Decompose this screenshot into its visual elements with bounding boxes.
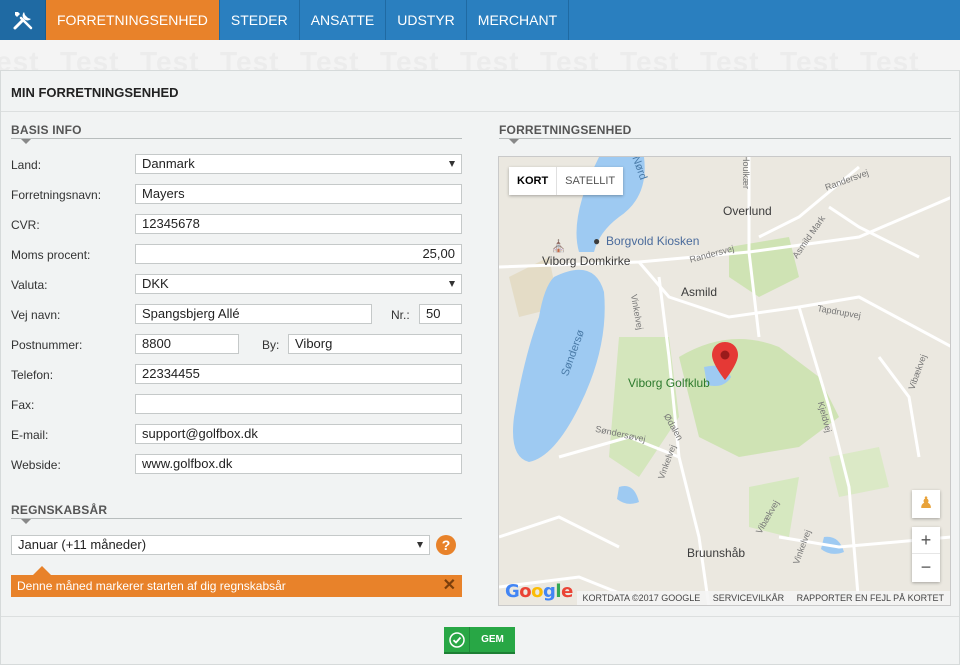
map-label: Borgvold Kiosken (606, 234, 700, 248)
vat-label: Moms procent: (11, 248, 91, 262)
place-icon: ● (593, 234, 601, 248)
watermark-text: Test (460, 46, 520, 70)
report-error-link[interactable]: RAPPORTER EN FEJL PÅ KORTET (797, 593, 944, 603)
phone-label: Telefon: (11, 368, 54, 382)
zoom-out-button[interactable]: − (912, 554, 940, 581)
watermark-text: Test (700, 46, 760, 70)
watermark-text: Test (60, 46, 120, 70)
cvr-label: CVR: (11, 218, 40, 232)
tab-steder[interactable]: STEDER (220, 0, 300, 40)
map-label: Overlund (723, 204, 772, 218)
map-background (499, 157, 950, 605)
map-data-credit: KORTDATA ©2017 GOOGLE (582, 593, 701, 603)
watermark-text: Test (540, 46, 600, 70)
save-label: GEM (481, 634, 504, 645)
google-logo: Google (505, 581, 573, 602)
help-icon[interactable]: ? (436, 535, 456, 555)
watermark-text: Test (860, 46, 920, 70)
tab-merchant[interactable]: MERCHANT (467, 0, 570, 40)
street-input[interactable]: Spangsbjerg Allé (135, 304, 372, 324)
watermark-text: Test (0, 46, 40, 70)
terms-link[interactable]: SERVICEVILKÅR (713, 593, 784, 603)
section-title-basis: BASIS INFO (11, 123, 82, 137)
map-label: Houlkær (741, 156, 752, 190)
page-title: MIN FORRETNINGSENHED (1, 71, 959, 112)
chevron-down-icon (417, 542, 423, 548)
map-type-toggle: KORT SATELLIT (509, 167, 624, 195)
tools-icon[interactable] (0, 0, 46, 40)
watermark-text: Test (780, 46, 840, 70)
name-label: Forretningsnavn: (11, 188, 102, 202)
section-title-map: FORRETNINGSENHED (499, 123, 632, 137)
section-divider (11, 138, 462, 139)
chevron-down-icon (449, 281, 455, 287)
city-label: By: (262, 338, 280, 352)
section-caret-icon (21, 139, 31, 144)
number-label: Nr.: (391, 308, 410, 322)
zoom-control: + − (912, 527, 940, 582)
email-input[interactable]: support@golfbox.dk (135, 424, 462, 444)
fiscal-year-select[interactable]: Januar (+11 måneder) (11, 535, 430, 555)
location-map[interactable]: KORT SATELLIT Overlund ● Borgvold Kioske… (498, 156, 951, 606)
form-footer: GEM (1, 616, 959, 664)
business-unit-panel: MIN FORRETNINGSENHED BASIS INFO Land: Da… (0, 70, 960, 665)
watermark-text: Test (380, 46, 440, 70)
street-label: Vej navn: (11, 308, 61, 322)
church-icon: ⛪ (551, 239, 566, 253)
fax-label: Fax: (11, 398, 35, 412)
phone-input[interactable]: 22334455 (135, 364, 462, 384)
map-label: Asmild (681, 285, 718, 299)
map-label: Viborg Domkirke (542, 254, 631, 268)
section-caret-icon (509, 139, 519, 144)
tooltip-text: Denne måned markerer starten af dig regn… (17, 579, 286, 593)
city-input[interactable]: Viborg (288, 334, 462, 354)
tab-udstyr[interactable]: UDSTYR (386, 0, 467, 40)
watermark-text: Test (300, 46, 360, 70)
tooltip-arrow (33, 566, 51, 575)
map-type-map[interactable]: KORT (509, 167, 558, 195)
email-label: E-mail: (11, 428, 49, 442)
watermark-text: Test (140, 46, 200, 70)
postcode-input[interactable]: 8800 (135, 334, 239, 354)
watermark-text: Test (620, 46, 680, 70)
section-divider (499, 138, 951, 139)
section-title-fiscal-year: REGNSKABSÅR (11, 503, 108, 517)
zoom-in-button[interactable]: + (912, 527, 940, 554)
business-name-input[interactable]: Mayers (135, 184, 462, 204)
map-type-satellite[interactable]: SATELLIT (557, 167, 623, 195)
map-attribution: KORTDATA ©2017 GOOGLE SERVICEVILKÅR RAPP… (576, 591, 950, 605)
save-button[interactable]: GEM (444, 627, 515, 654)
pegman-icon[interactable]: ♟ (912, 490, 940, 518)
currency-label: Valuta: (11, 278, 48, 292)
close-icon[interactable]: ✕ (443, 575, 456, 597)
currency-value: DKK (142, 276, 169, 291)
land-label: Land: (11, 158, 42, 172)
map-label: Bruunshåb (687, 546, 746, 560)
section-divider (11, 518, 462, 519)
watermark-band: Test Test Test Test Test Test Test Test … (0, 40, 960, 70)
check-circle-icon (444, 627, 470, 652)
cvr-input[interactable]: 12345678 (135, 214, 462, 234)
land-select[interactable]: Danmark (135, 154, 462, 174)
currency-select[interactable]: DKK (135, 274, 462, 294)
fiscal-year-tooltip: Denne måned markerer starten af dig regn… (11, 575, 462, 597)
tab-ansatte[interactable]: ANSATTE (300, 0, 387, 40)
number-input[interactable]: 50 (419, 304, 462, 324)
map-marker-icon[interactable] (712, 342, 738, 380)
section-caret-icon (21, 519, 31, 524)
website-input[interactable]: www.golfbox.dk (135, 454, 462, 474)
fax-input[interactable] (135, 394, 462, 414)
map-label: Viborg Golfklub (628, 376, 710, 390)
chevron-down-icon (449, 161, 455, 167)
top-navigation: FORRETNINGSENHED STEDER ANSATTE UDSTYR M… (0, 0, 960, 40)
land-value: Danmark (142, 156, 195, 171)
website-label: Webside: (11, 458, 61, 472)
tab-forretningsenhed[interactable]: FORRETNINGSENHED (46, 0, 220, 40)
postcode-label: Postnummer: (11, 338, 83, 352)
watermark-text: Test (220, 46, 280, 70)
fiscal-year-value: Januar (+11 måneder) (18, 537, 147, 552)
vat-input[interactable]: 25,00 (135, 244, 462, 264)
